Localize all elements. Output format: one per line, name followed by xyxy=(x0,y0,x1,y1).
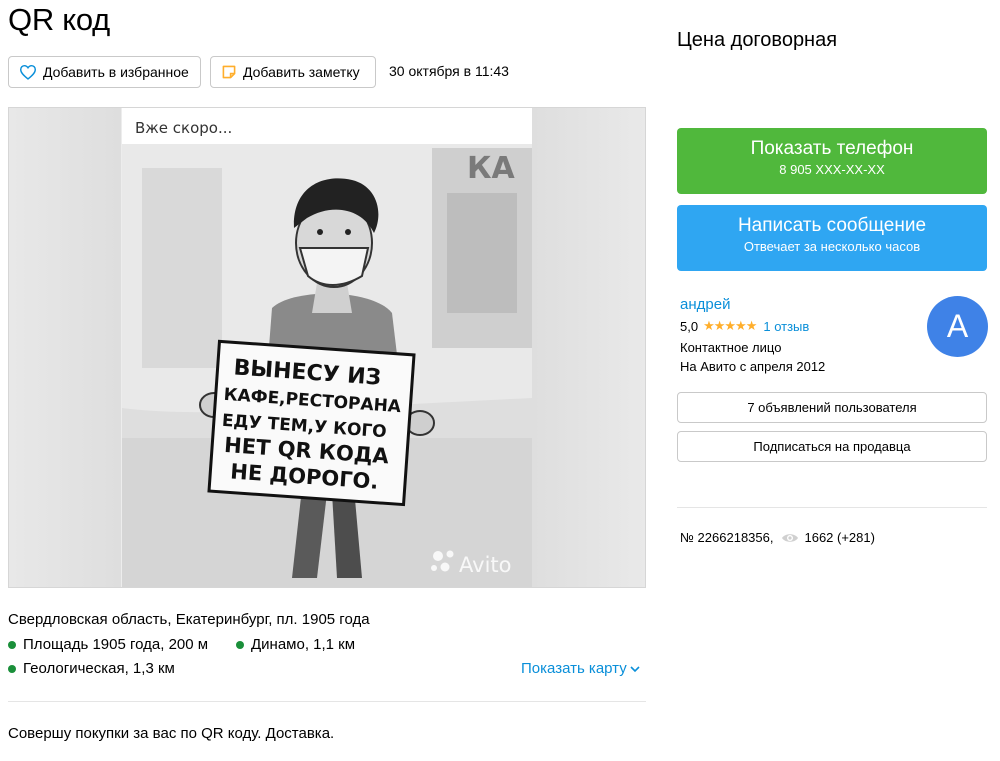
user-ads-button[interactable]: 7 объявлений пользователя xyxy=(677,392,987,423)
ad-number: № 2266218356, xyxy=(680,530,774,545)
gallery-prev-area[interactable] xyxy=(9,108,121,587)
show-map-link[interactable]: Показать карту xyxy=(521,660,640,677)
metro-dot-icon xyxy=(8,640,16,649)
address: Свердловская область, Екатеринбург, пл. … xyxy=(8,611,370,628)
seller-name-link[interactable]: андрей xyxy=(680,296,730,313)
photo-caption: Вже скоро... xyxy=(135,119,232,137)
avatar[interactable]: А xyxy=(927,296,988,357)
add-note-button[interactable]: Добавить заметку xyxy=(210,56,376,88)
masked-phone-number: 8 905 XXX-XX-XX xyxy=(779,162,885,177)
add-to-favorites-button[interactable]: Добавить в избранное xyxy=(8,56,201,88)
divider xyxy=(8,701,646,702)
note-icon xyxy=(222,65,236,79)
price: Цена договорная xyxy=(677,29,838,51)
publish-date: 30 октября в 11:43 xyxy=(389,63,509,79)
photo-gallery[interactable]: КА ВЫНЕСУ ИЗ КАФЕ,РЕСТОРАНА ЕДУ ТЕМ,У КО… xyxy=(8,107,646,588)
reviews-link[interactable]: 1 отзыв xyxy=(763,319,809,334)
cartoon-illustration: КА ВЫНЕСУ ИЗ КАФЕ,РЕСТОРАНА ЕДУ ТЕМ,У КО… xyxy=(122,108,532,587)
views-count: 1662 (+281) xyxy=(804,530,875,545)
subscribe-seller-button[interactable]: Подписаться на продавца xyxy=(677,431,987,462)
show-phone-button[interactable]: Показать телефон 8 905 XXX-XX-XX xyxy=(677,128,987,194)
metro-dot-icon xyxy=(8,664,16,673)
rating-value: 5,0 xyxy=(680,318,699,334)
metro-station: Площадь 1905 года, 200 м xyxy=(8,636,208,653)
metro-station: Геологическая, 1,3 км xyxy=(8,660,175,677)
page-title: QR код xyxy=(8,2,110,37)
metro-station-label: Геологическая, 1,3 км xyxy=(23,660,175,677)
metro-station-label: Площадь 1905 года, 200 м xyxy=(23,636,209,653)
seller-since: На Авито с апреля 2012 xyxy=(680,359,826,374)
wall-lettering: КА xyxy=(467,151,516,186)
write-message-label: Написать сообщение xyxy=(737,215,927,236)
show-phone-label: Показать телефон xyxy=(750,138,914,159)
divider xyxy=(677,507,987,508)
metro-station: Динамо, 1,1 км xyxy=(236,636,355,653)
metro-station-label: Динамо, 1,1 км xyxy=(251,636,356,653)
seller-rating: 5,0 ★★★★★ 1 отзыв xyxy=(680,318,809,334)
add-note-label: Добавить заметку xyxy=(243,64,360,80)
eye-icon xyxy=(782,533,799,542)
listing-description: Совершу покупки за вас по QR коду. Доста… xyxy=(8,725,335,742)
gallery-next-area[interactable] xyxy=(531,108,645,587)
response-time: Отвечает за несколько часов xyxy=(743,239,921,254)
listing-photo[interactable]: КА ВЫНЕСУ ИЗ КАФЕ,РЕСТОРАНА ЕДУ ТЕМ,У КО… xyxy=(122,108,532,587)
watermark-text: Avito xyxy=(459,553,511,577)
listing-meta: № 2266218356, 1662 (+281) xyxy=(680,530,875,545)
heart-icon xyxy=(19,64,37,80)
star-rating-icon: ★★★★★ xyxy=(703,318,757,333)
metro-dot-icon xyxy=(236,640,244,649)
write-message-button[interactable]: Написать сообщение Отвечает за несколько… xyxy=(677,205,987,271)
chevron-down-icon xyxy=(630,665,640,672)
show-map-label: Показать карту xyxy=(521,660,627,677)
add-to-favorites-label: Добавить в избранное xyxy=(43,64,189,80)
seller-role: Контактное лицо xyxy=(680,340,782,355)
